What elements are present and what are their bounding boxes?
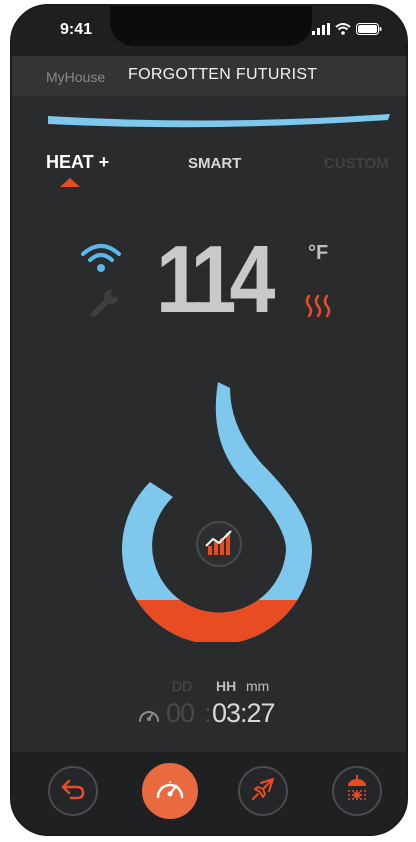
notch xyxy=(110,6,312,46)
temperature-gauge[interactable] xyxy=(112,382,322,642)
flight-button[interactable] xyxy=(238,766,288,816)
back-arrow-icon xyxy=(60,778,86,805)
timer-separator: : xyxy=(204,698,212,728)
tab-smart[interactable]: SMART xyxy=(188,155,241,172)
wrench-icon[interactable] xyxy=(90,288,120,323)
wifi-icon xyxy=(80,242,122,279)
tab-heat[interactable]: HEAT + xyxy=(46,152,109,173)
heat-waves-icon xyxy=(304,294,334,323)
timer-label-hh: HH xyxy=(216,678,237,694)
shower-button[interactable] xyxy=(332,766,382,816)
shower-snowflake-icon xyxy=(344,774,370,809)
temperature-value: 114 xyxy=(156,226,275,333)
temperature-unit: °F xyxy=(308,242,329,264)
speedometer-icon xyxy=(138,706,160,729)
brand-label[interactable]: MyHouse xyxy=(46,69,105,85)
battery-icon xyxy=(356,22,382,40)
phone-screen: 9:41 MyHouse FORGOTTEN FUTURIST HEAT + S… xyxy=(10,4,408,836)
page-title: FORGOTTEN FUTURIST xyxy=(128,66,318,83)
mode-tabs: HEAT + SMART CUSTOM xyxy=(12,152,406,192)
app-header: MyHouse FORGOTTEN FUTURIST xyxy=(12,56,406,96)
timer-label-mm: mm xyxy=(246,678,270,694)
timer-display: 00 : 03:27 xyxy=(126,698,326,734)
speed-button[interactable] xyxy=(142,763,198,819)
speedometer-icon xyxy=(155,776,185,807)
status-bar: 9:41 xyxy=(12,6,406,56)
status-icons xyxy=(312,22,382,40)
timer-days: 00 xyxy=(166,698,195,728)
bottom-nav xyxy=(12,752,406,834)
back-button[interactable] xyxy=(48,766,98,816)
signal-bars-icon xyxy=(312,22,330,40)
tab-custom[interactable]: CUSTOM xyxy=(324,155,389,172)
status-time: 9:41 xyxy=(60,21,93,38)
active-tab-indicator xyxy=(60,178,80,187)
timer-label-dd: DD xyxy=(172,678,193,694)
wifi-icon xyxy=(335,22,351,40)
timer-hours-minutes: 03:27 xyxy=(212,698,276,728)
top-accent-line xyxy=(48,114,390,128)
timer-labels: DD HH mm xyxy=(12,678,406,698)
airplane-icon xyxy=(249,775,277,808)
